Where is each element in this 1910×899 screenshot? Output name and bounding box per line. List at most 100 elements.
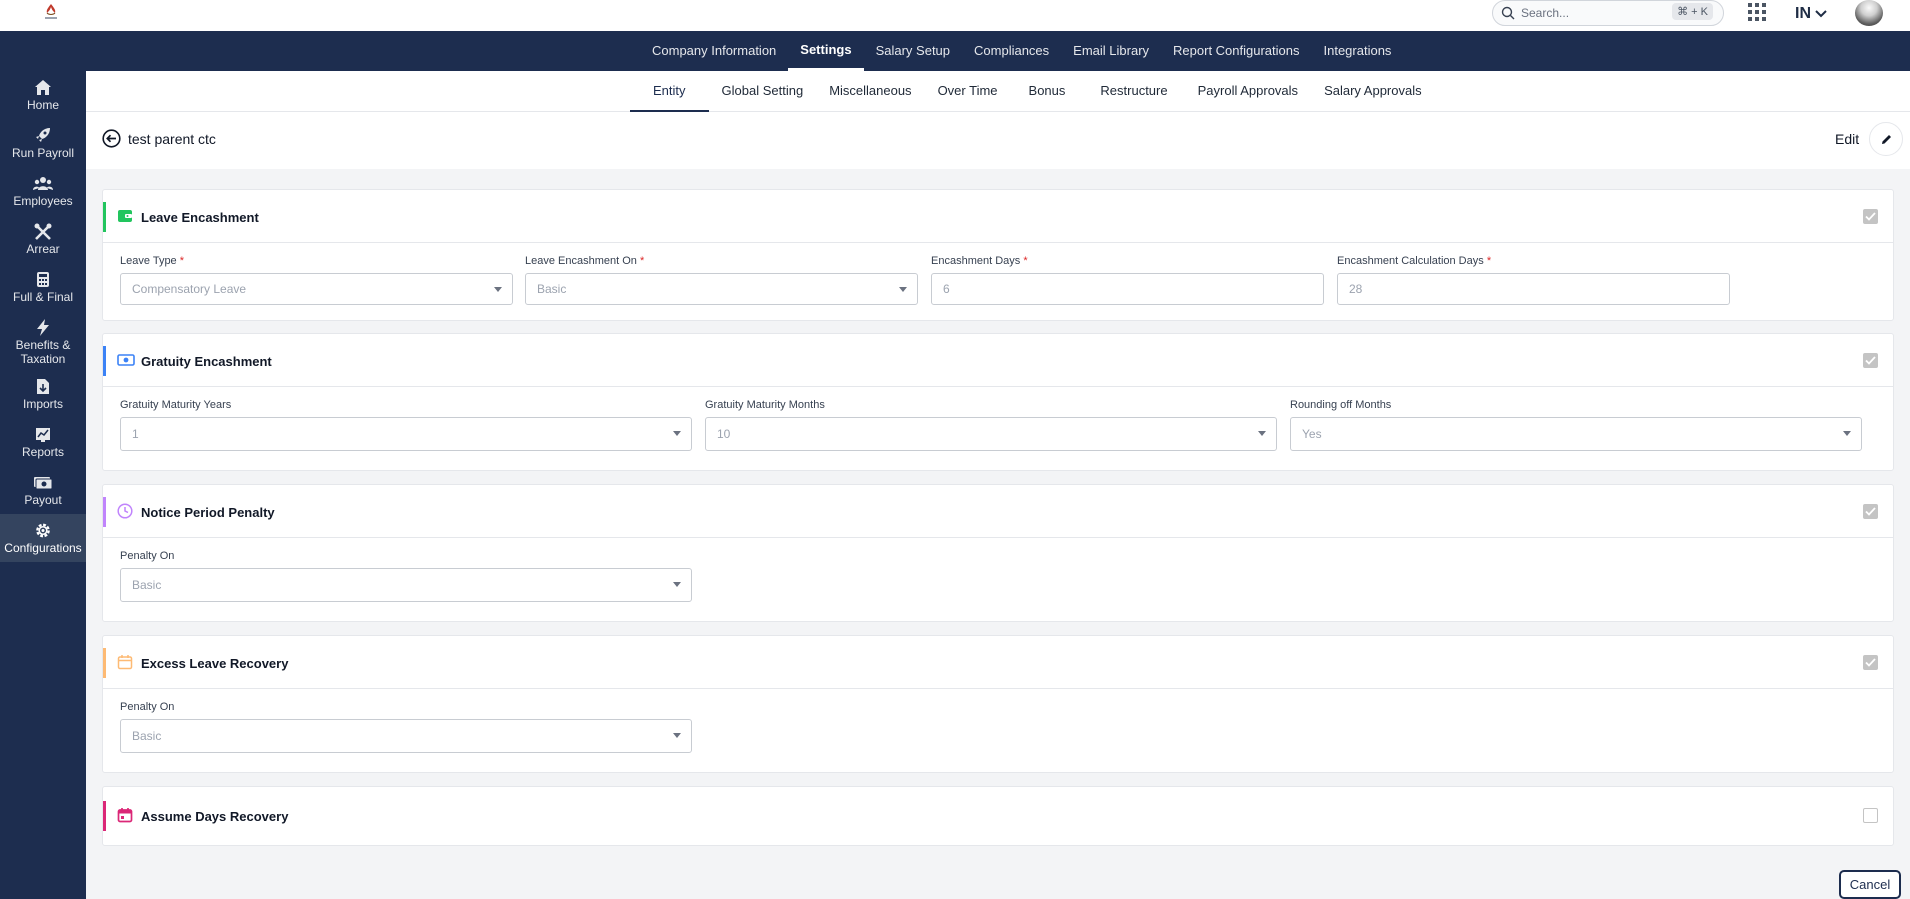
back-button[interactable] (102, 129, 121, 151)
calendar-icon (117, 807, 133, 826)
section-checkbox[interactable] (1863, 504, 1878, 519)
field-label: Penalty On (120, 550, 175, 562)
subtab-payroll-approvals[interactable]: Payroll Approvals (1185, 71, 1311, 112)
cancel-button[interactable]: Cancel (1839, 870, 1901, 899)
sidebar-item-label: Benefits & Taxation (15, 338, 71, 366)
sidebar-item-employees[interactable]: Employees (0, 171, 86, 215)
subtab-over-time[interactable]: Over Time (925, 71, 1011, 112)
leave-type-select[interactable]: Compensatory Leave (120, 273, 513, 305)
field-value: 6 (943, 282, 950, 296)
edit-label[interactable]: Edit (1835, 131, 1859, 147)
page-title: test parent ctc (128, 131, 216, 147)
sidebar-item-payout[interactable]: Payout (0, 470, 86, 514)
section-checkbox[interactable] (1863, 808, 1878, 823)
money-icon (34, 477, 53, 490)
gratuity-maturity-months-select[interactable]: 10 (705, 417, 1277, 451)
main-nav-tabs: Company Information Settings Salary Setu… (640, 31, 1403, 71)
dropdown-caret-icon (899, 287, 907, 292)
field-label: Encashment Calculation Days (1337, 255, 1484, 267)
section-checkbox[interactable] (1863, 353, 1878, 368)
sidebar-item-imports[interactable]: Imports (0, 374, 86, 418)
tab-company-information[interactable]: Company Information (640, 31, 788, 71)
field-value: 10 (717, 427, 731, 441)
sidebar-item-label: Payout (24, 493, 62, 507)
money-bill-icon (117, 352, 135, 371)
search-shortcut: ⌘ + K (1672, 3, 1713, 20)
field-label: Encashment Days (931, 255, 1021, 267)
language-label: IN (1795, 5, 1811, 22)
encashment-days-input[interactable]: 6 (931, 273, 1324, 305)
section-checkbox[interactable] (1863, 209, 1878, 224)
page-header: test parent ctc Edit (86, 112, 1910, 169)
calendar-icon (117, 654, 133, 673)
tab-report-configurations[interactable]: Report Configurations (1161, 31, 1311, 71)
tab-compliances[interactable]: Compliances (962, 31, 1061, 71)
sidebar-item-label: Employees (13, 194, 73, 208)
tab-integrations[interactable]: Integrations (1312, 31, 1404, 71)
encashment-calculation-days-input[interactable]: 28 (1337, 273, 1730, 305)
subtab-entity[interactable]: Entity (630, 71, 709, 112)
gratuity-maturity-months-field: Gratuity Maturity Months 10 (705, 399, 1277, 451)
subtab-miscellaneous[interactable]: Miscellaneous (816, 71, 924, 112)
bolt-icon (37, 319, 49, 336)
sidebar-item-benefits-taxation[interactable]: Benefits & Taxation (0, 315, 86, 373)
sidebar: Home Run Payroll Employees Arrear Full &… (0, 71, 86, 899)
encashment-days-field: Encashment Days * 6 (931, 255, 1324, 305)
search-placeholder: Search... (1521, 6, 1570, 20)
field-value: 1 (132, 427, 139, 441)
apps-grid-icon[interactable] (1748, 3, 1766, 21)
rounding-off-months-select[interactable]: Yes (1290, 417, 1862, 451)
excess-leave-recovery-card: Excess Leave Recovery Penalty On Basic (102, 635, 1894, 773)
subtab-global-setting[interactable]: Global Setting (709, 71, 817, 112)
gear-icon (36, 523, 50, 538)
section-accent (103, 202, 106, 232)
field-value: Compensatory Leave (132, 282, 247, 296)
tab-settings[interactable]: Settings (788, 31, 864, 71)
user-avatar[interactable] (1855, 0, 1883, 26)
sidebar-item-arrear[interactable]: Arrear (0, 219, 86, 263)
chart-icon (36, 428, 50, 442)
subtab-bonus[interactable]: Bonus (1011, 71, 1084, 112)
sidebar-item-reports[interactable]: Reports (0, 422, 86, 466)
gratuity-maturity-years-select[interactable]: 1 (120, 417, 692, 451)
top-bar: Search... ⌘ + K IN (0, 0, 1910, 31)
edit-button[interactable] (1869, 122, 1903, 156)
section-title: Excess Leave Recovery (141, 656, 289, 671)
section-title: Leave Encashment (141, 210, 259, 225)
main-navbar: Company Information Settings Salary Setu… (0, 31, 1910, 71)
section-title: Assume Days Recovery (141, 809, 289, 824)
field-value: Yes (1302, 427, 1322, 441)
notice-period-penalty-card: Notice Period Penalty Penalty On Basic (102, 484, 1894, 622)
sidebar-item-label: Reports (21, 445, 65, 459)
arrow-left-circle-icon (102, 129, 121, 148)
sidebar-item-run-payroll[interactable]: Run Payroll (0, 123, 86, 167)
section-accent (103, 497, 106, 527)
language-selector[interactable]: IN (1795, 5, 1827, 23)
field-value: Basic (537, 282, 567, 296)
sub-nav-tabs: Entity Global Setting Miscellaneous Over… (630, 71, 1435, 112)
dropdown-caret-icon (1258, 431, 1266, 436)
section-accent (103, 346, 106, 376)
section-title: Notice Period Penalty (141, 505, 275, 520)
company-logo[interactable] (40, 2, 62, 22)
sidebar-item-home[interactable]: Home (0, 75, 86, 119)
leave-encashment-on-select[interactable]: Basic (525, 273, 918, 305)
sidebar-item-label: Home (26, 98, 59, 112)
tab-salary-setup[interactable]: Salary Setup (864, 31, 962, 71)
penalty-on-select[interactable]: Basic (120, 568, 692, 602)
sidebar-item-label: Full & Final (12, 290, 74, 304)
tab-email-library[interactable]: Email Library (1061, 31, 1161, 71)
penalty-on-select[interactable]: Basic (120, 719, 692, 753)
subtab-restructure[interactable]: Restructure (1083, 71, 1184, 112)
section-checkbox[interactable] (1863, 655, 1878, 670)
sidebar-item-configurations[interactable]: Configurations (0, 514, 86, 562)
subtab-salary-approvals[interactable]: Salary Approvals (1311, 71, 1435, 112)
field-label: Gratuity Maturity Months (705, 399, 825, 411)
field-label: Rounding off Months (1290, 399, 1392, 411)
sidebar-item-full-final[interactable]: Full & Final (0, 267, 86, 311)
dropdown-caret-icon (494, 287, 502, 292)
search-box[interactable]: Search... ⌘ + K (1492, 0, 1724, 26)
section-accent (103, 648, 106, 678)
rocket-icon (36, 128, 50, 142)
sidebar-item-label: Configurations (4, 541, 82, 555)
